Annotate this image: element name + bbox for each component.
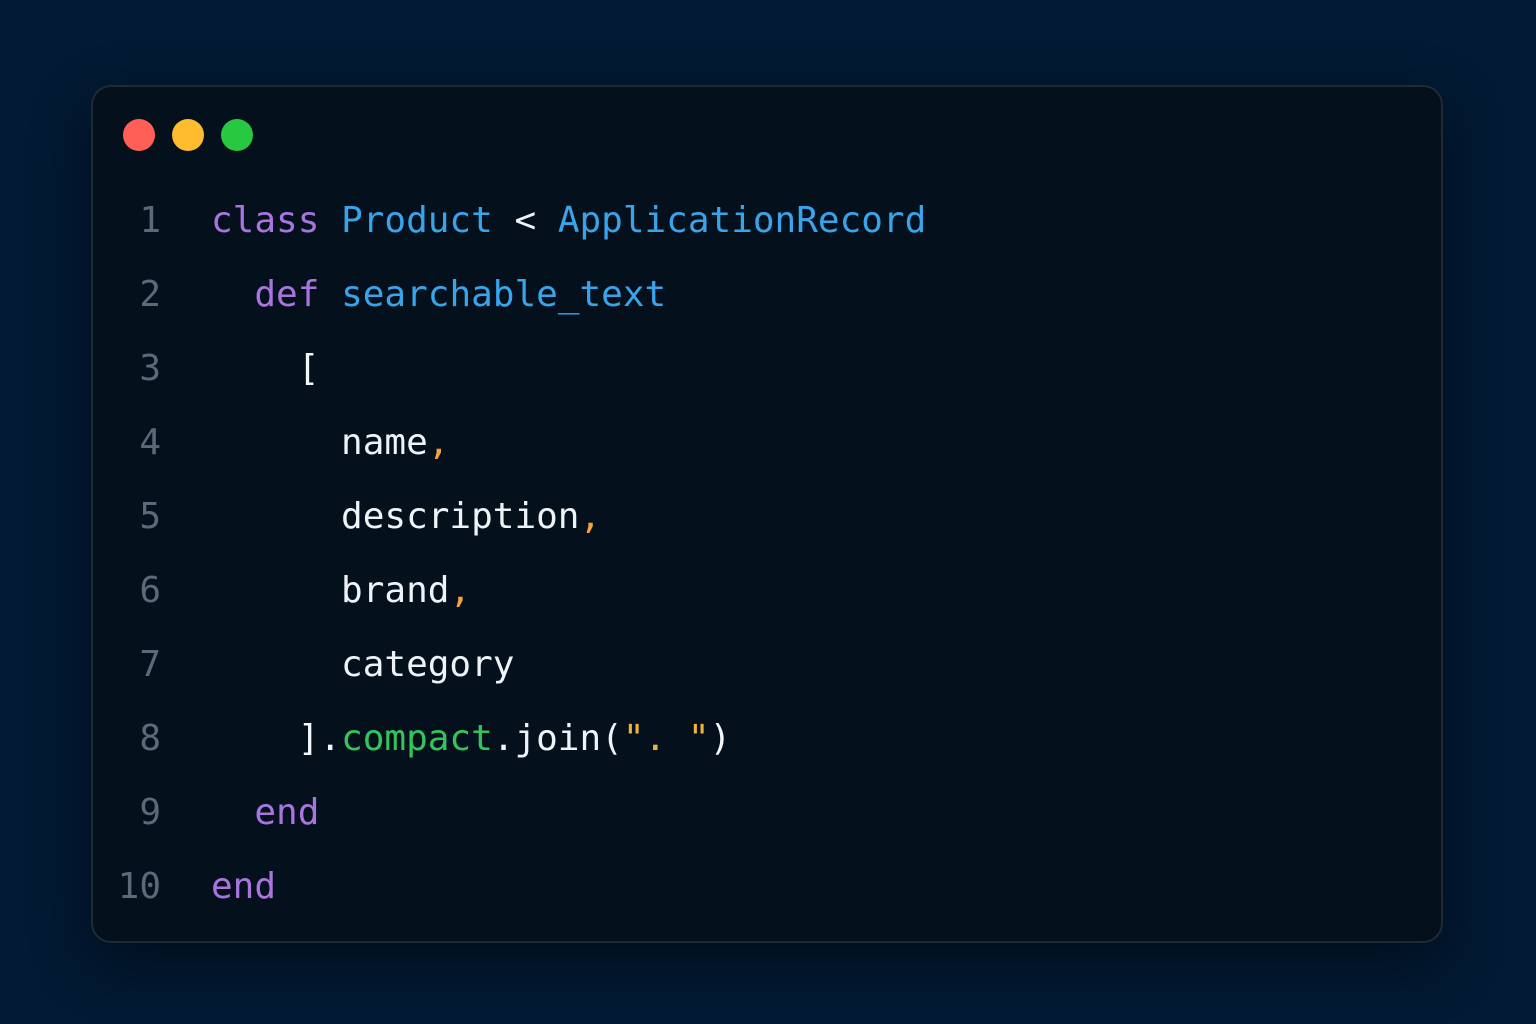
code-text: category	[211, 628, 514, 702]
method-name-token: searchable_text	[341, 274, 667, 315]
code-line: 5 description,	[93, 480, 1441, 554]
line-number: 3	[139, 348, 161, 389]
line-number: 2	[139, 274, 161, 315]
code-line: 6 brand,	[93, 554, 1441, 628]
minimize-window-control[interactable]	[172, 119, 204, 151]
line-number: 5	[139, 496, 161, 537]
identifier-token: name	[341, 422, 428, 463]
code-text: [	[211, 332, 320, 406]
code-line: 8 ].compact.join(". ")	[93, 702, 1441, 776]
code-editor: 1 class Product < ApplicationRecord 2 de…	[93, 184, 1441, 924]
code-line: 7 category	[93, 628, 1441, 702]
line-number: 9	[139, 792, 161, 833]
close-window-control[interactable]	[123, 119, 155, 151]
line-number: 6	[139, 570, 161, 611]
line-number: 1	[139, 200, 161, 241]
identifier-token: description	[341, 496, 580, 537]
line-number: 10	[117, 866, 161, 907]
code-text: end	[211, 776, 319, 850]
line-number: 8	[139, 718, 161, 759]
code-line: 2 def searchable_text	[93, 258, 1441, 332]
line-number: 7	[139, 644, 161, 685]
keyword-token: class	[211, 200, 320, 241]
class-name-token: Product	[341, 200, 493, 241]
code-line: 10 end	[93, 850, 1441, 924]
comma-token: ,	[579, 496, 602, 537]
compact-method-token: compact	[341, 718, 493, 759]
join-call-token: .join(	[492, 718, 623, 759]
code-text: brand,	[211, 554, 471, 628]
comma-token: ,	[449, 570, 472, 611]
superclass-token: ApplicationRecord	[557, 200, 927, 241]
code-text: def searchable_text	[211, 258, 666, 332]
code-text: class Product < ApplicationRecord	[211, 184, 926, 258]
identifier-token: category	[341, 644, 515, 685]
comma-token: ,	[427, 422, 450, 463]
keyword-token: end	[211, 866, 277, 907]
code-line: 4 name,	[93, 406, 1441, 480]
keyword-token: end	[254, 792, 320, 833]
code-text: ].compact.join(". ")	[211, 702, 732, 776]
zoom-window-control[interactable]	[221, 119, 253, 151]
identifier-token: brand	[341, 570, 450, 611]
code-text: description,	[211, 480, 601, 554]
array-open-token: [	[297, 348, 320, 389]
line-number: 4	[139, 422, 161, 463]
keyword-token: def	[254, 274, 320, 315]
code-text: name,	[211, 406, 449, 480]
array-close-token: ].	[297, 718, 342, 759]
close-paren-token: )	[709, 718, 732, 759]
code-line: 9 end	[93, 776, 1441, 850]
inheritance-operator-token: <	[492, 200, 558, 241]
code-text: end	[211, 850, 276, 924]
code-window: 1 class Product < ApplicationRecord 2 de…	[91, 85, 1443, 943]
code-line: 3 [	[93, 332, 1441, 406]
code-line: 1 class Product < ApplicationRecord	[93, 184, 1441, 258]
string-token: ". "	[622, 718, 710, 759]
